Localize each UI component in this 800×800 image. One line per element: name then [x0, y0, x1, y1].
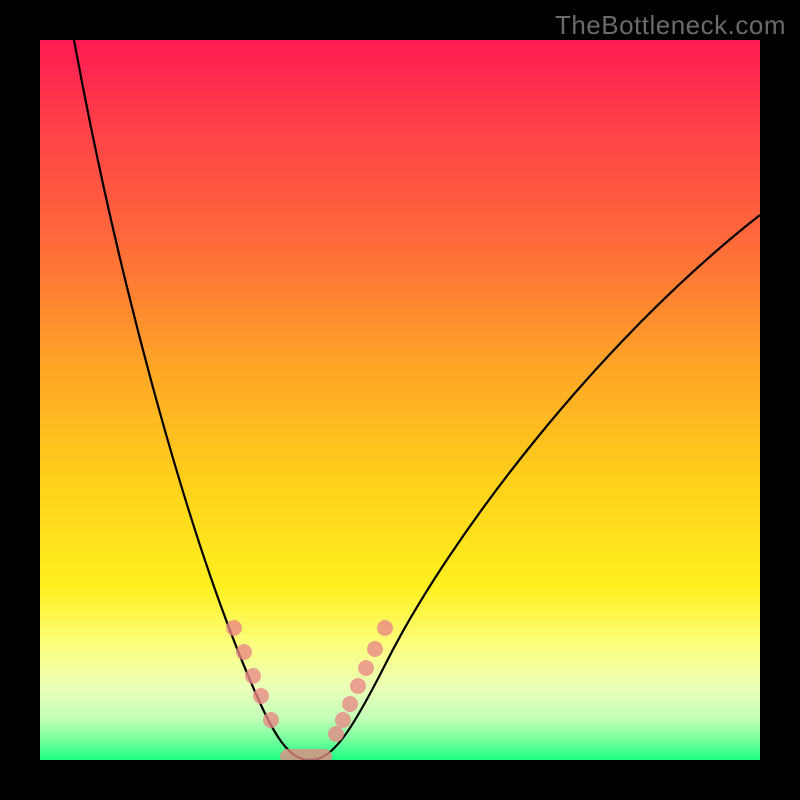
bottleneck-curve: [74, 40, 760, 760]
curve-marker: [263, 712, 279, 728]
curve-marker: [367, 641, 383, 657]
curve-marker: [253, 688, 269, 704]
curve-marker: [236, 644, 252, 660]
watermark-text: TheBottleneck.com: [555, 10, 786, 41]
curve-layer: [40, 40, 760, 760]
curve-marker: [245, 668, 261, 684]
plot-area: [40, 40, 760, 760]
curve-marker: [335, 712, 351, 728]
valley-highlight-pill: [280, 749, 332, 760]
curve-marker: [328, 726, 344, 742]
curve-marker: [226, 620, 242, 636]
curve-marker: [342, 696, 358, 712]
chart-frame: TheBottleneck.com: [0, 0, 800, 800]
curve-marker: [350, 678, 366, 694]
curve-marker: [377, 620, 393, 636]
curve-marker: [358, 660, 374, 676]
